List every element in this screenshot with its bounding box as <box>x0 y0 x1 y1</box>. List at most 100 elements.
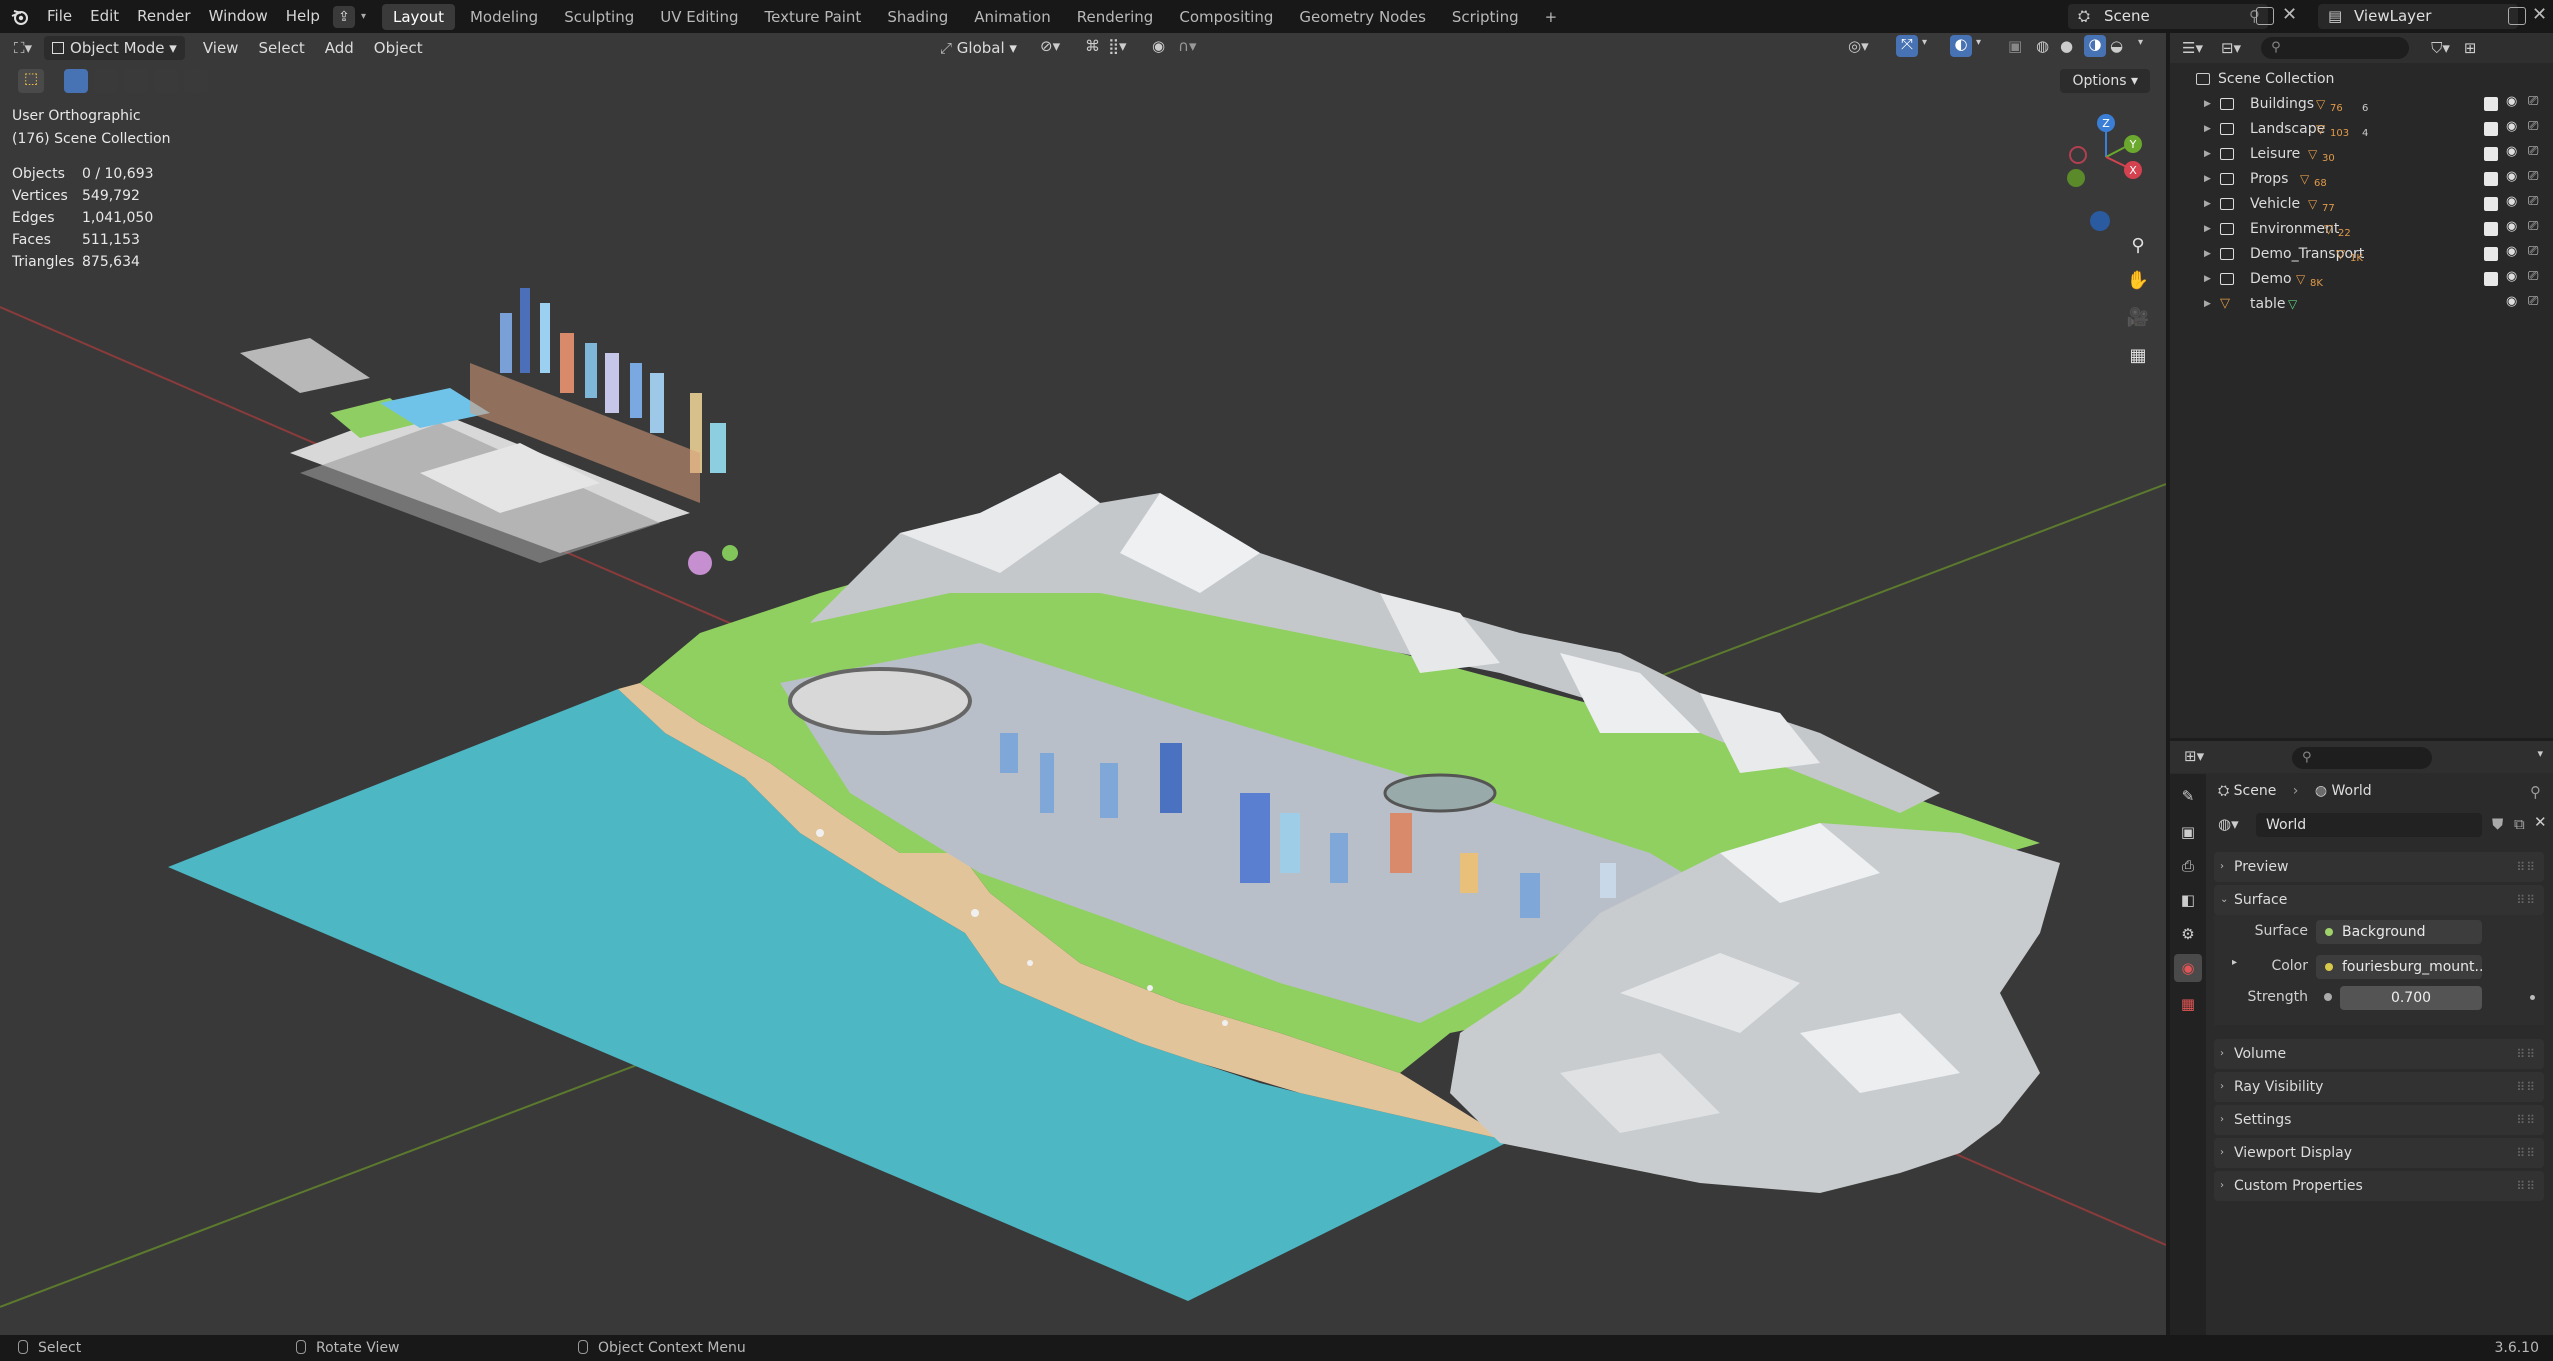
camera-view-icon[interactable]: 🎥 <box>2122 301 2154 333</box>
tab-layout[interactable]: Layout <box>381 3 455 30</box>
exclude-checkbox[interactable] <box>2484 197 2498 211</box>
gizmo-bottom-icon[interactable] <box>2090 211 2110 231</box>
tab-sculpting[interactable]: Sculpting <box>553 4 645 30</box>
render-camera-icon[interactable]: ⎚ <box>2528 194 2538 209</box>
panel-preview[interactable]: › Preview ⠿⠿ <box>2214 852 2544 882</box>
tab-modeling[interactable]: Modeling <box>459 4 549 30</box>
new-scene-icon[interactable] <box>2256 7 2274 25</box>
tab-uv-editing[interactable]: UV Editing <box>649 4 749 30</box>
outliner-item[interactable]: ▶ Landscape ▽ 103 4 ◉ ⎚ <box>2170 116 2553 141</box>
duplicate-icon[interactable]: ⧉ <box>2514 815 2525 833</box>
menu-select[interactable]: Select <box>248 36 314 60</box>
properties-search-input[interactable]: ⚲ <box>2292 747 2432 769</box>
eye-icon[interactable]: ◉ <box>2506 144 2517 159</box>
outliner-root[interactable]: Scene Collection <box>2170 66 2553 91</box>
render-tab-icon[interactable]: ▣ <box>2174 818 2202 846</box>
world-name-field[interactable]: World <box>2256 813 2482 837</box>
pin-icon[interactable]: ⚲ <box>2530 783 2541 801</box>
panel-volume[interactable]: › Volume ⠿⠿ <box>2214 1039 2544 1069</box>
expand-arrow-icon[interactable]: ▶ <box>2204 149 2211 159</box>
overlay-menu-icon[interactable]: ▾ <box>1976 37 1981 48</box>
exclude-checkbox[interactable] <box>2484 147 2498 161</box>
eye-icon[interactable]: ◉ <box>2506 169 2517 184</box>
shading-material-icon[interactable]: ◑ <box>2084 35 2106 57</box>
tab-geometry-nodes[interactable]: Geometry Nodes <box>1288 4 1437 30</box>
eye-icon[interactable]: ◉ <box>2506 119 2517 134</box>
drag-handle-icon[interactable]: ⠿⠿ <box>2516 1105 2536 1135</box>
properties-editor-icon[interactable]: ⊞▾ <box>2184 747 2204 765</box>
outliner-item[interactable]: ▶ Demo_Transport ▽ 1K ◉ ⎚ <box>2170 241 2553 266</box>
fake-user-icon[interactable]: ⛊ <box>2492 815 2503 833</box>
chevron-down-icon[interactable]: ▾ <box>361 11 366 22</box>
tab-texture-paint[interactable]: Texture Paint <box>754 4 873 30</box>
select-subtract-icon[interactable] <box>124 69 148 93</box>
scene-tab-icon[interactable]: ⚙ <box>2174 920 2202 948</box>
render-camera-icon[interactable]: ⎚ <box>2528 244 2538 259</box>
expand-arrow-icon[interactable]: ▶ <box>2204 174 2211 184</box>
filter-icon[interactable]: ⛉▾ <box>2431 39 2450 57</box>
eye-icon[interactable]: ◉ <box>2506 269 2517 284</box>
expand-arrow-icon[interactable]: ▶ <box>2204 99 2211 109</box>
outliner-editor-icon[interactable]: ☰▾ <box>2182 39 2203 57</box>
render-camera-icon[interactable]: ⎚ <box>2528 169 2538 184</box>
snap-icon[interactable]: ⌘ <box>1085 37 1100 55</box>
zoom-icon[interactable]: ⚲ <box>2122 229 2154 261</box>
falloff-icon[interactable]: ∩▾ <box>1178 37 1197 55</box>
shading-wireframe-icon[interactable]: ◍ <box>2036 37 2049 55</box>
editor-type-icon[interactable]: ⛶▾ <box>14 39 32 57</box>
render-camera-icon[interactable]: ⎚ <box>2528 144 2538 159</box>
select-tool-icon[interactable]: ⬚ <box>18 69 44 93</box>
outliner-item[interactable]: ▶ Buildings ▽ 76 6 ◉ ⎚ <box>2170 91 2553 116</box>
render-camera-icon[interactable]: ⎚ <box>2528 219 2538 234</box>
blender-logo-icon[interactable] <box>10 7 30 27</box>
keyframe-dot-icon[interactable] <box>2530 995 2535 1000</box>
drag-handle-icon[interactable]: ⠿⠿ <box>2516 1039 2536 1069</box>
world-type-icon[interactable]: ◍▾ <box>2218 815 2239 833</box>
outliner-item[interactable]: ▶ Environment ▽ 22 ◉ ⎚ <box>2170 216 2553 241</box>
strength-slider[interactable]: 0.700 <box>2340 986 2482 1010</box>
mode-selector[interactable]: Object Mode ▾ <box>44 36 185 60</box>
pan-hand-icon[interactable]: ✋ <box>2122 264 2154 296</box>
new-collection-icon[interactable]: ⊞ <box>2464 39 2477 57</box>
gizmo-toggle-icon[interactable]: ⤧ <box>1896 35 1918 57</box>
view-layer-selector[interactable]: ▤ ViewLayer <box>2318 4 2518 29</box>
drag-handle-icon[interactable]: ⠿⠿ <box>2516 1171 2536 1201</box>
tab-compositing[interactable]: Compositing <box>1168 4 1284 30</box>
panel-surface[interactable]: ⌄ Surface ⠿⠿ <box>2214 885 2544 915</box>
menu-file[interactable]: File <box>38 0 81 33</box>
expand-arrow-icon[interactable]: ▶ <box>2204 299 2211 309</box>
tab-scripting[interactable]: Scripting <box>1441 4 1530 30</box>
xray-icon[interactable]: ▣ <box>2008 37 2022 55</box>
delete-view-layer-icon[interactable]: ✕ <box>2532 4 2547 25</box>
eye-icon[interactable]: ◉ <box>2506 194 2517 209</box>
panel-settings[interactable]: › Settings ⠿⠿ <box>2214 1105 2544 1135</box>
eye-icon[interactable]: ◉ <box>2506 294 2517 309</box>
eye-icon[interactable]: ◉ <box>2506 244 2517 259</box>
menu-edit[interactable]: Edit <box>81 0 128 33</box>
menu-add[interactable]: Add <box>315 36 364 60</box>
outliner-item[interactable]: ▶ Props ▽ 68 ◉ ⎚ <box>2170 166 2553 191</box>
drag-handle-icon[interactable]: ⠿⠿ <box>2516 852 2536 882</box>
panel-ray-visibility[interactable]: › Ray Visibility ⠿⠿ <box>2214 1072 2544 1102</box>
menu-view[interactable]: View <box>193 36 249 60</box>
menu-object[interactable]: Object <box>364 36 433 60</box>
exclude-checkbox[interactable] <box>2484 172 2498 186</box>
unlink-icon[interactable]: ✕ <box>2534 813 2547 831</box>
visibility-icon[interactable]: ◎▾ <box>1848 37 1869 55</box>
output-tab-icon[interactable]: ⎙ <box>2174 852 2202 880</box>
render-camera-icon[interactable]: ⎚ <box>2528 269 2538 284</box>
exclude-checkbox[interactable] <box>2484 272 2498 286</box>
properties-menu-icon[interactable]: ▾ <box>2537 747 2543 760</box>
select-extend-icon[interactable] <box>94 69 118 93</box>
3d-viewport[interactable]: ⛶▾ Object Mode ▾ View Select Add Object … <box>0 33 2166 1335</box>
render-camera-icon[interactable]: ⎚ <box>2528 94 2538 109</box>
eye-icon[interactable]: ◉ <box>2506 94 2517 109</box>
display-mode-icon[interactable]: ⊟▾ <box>2221 39 2241 57</box>
scene-render[interactable] <box>0 33 2166 1335</box>
outliner-item[interactable]: ▶ Vehicle ▽ 77 ◉ ⎚ <box>2170 191 2553 216</box>
drag-handle-icon[interactable]: ⠿⠿ <box>2516 1072 2536 1102</box>
exclude-checkbox[interactable] <box>2484 122 2498 136</box>
breadcrumb-world[interactable]: World <box>2332 783 2372 799</box>
tab-rendering[interactable]: Rendering <box>1066 4 1165 30</box>
outliner-item[interactable]: ▶ Demo ▽ 8K ◉ ⎚ <box>2170 266 2553 291</box>
